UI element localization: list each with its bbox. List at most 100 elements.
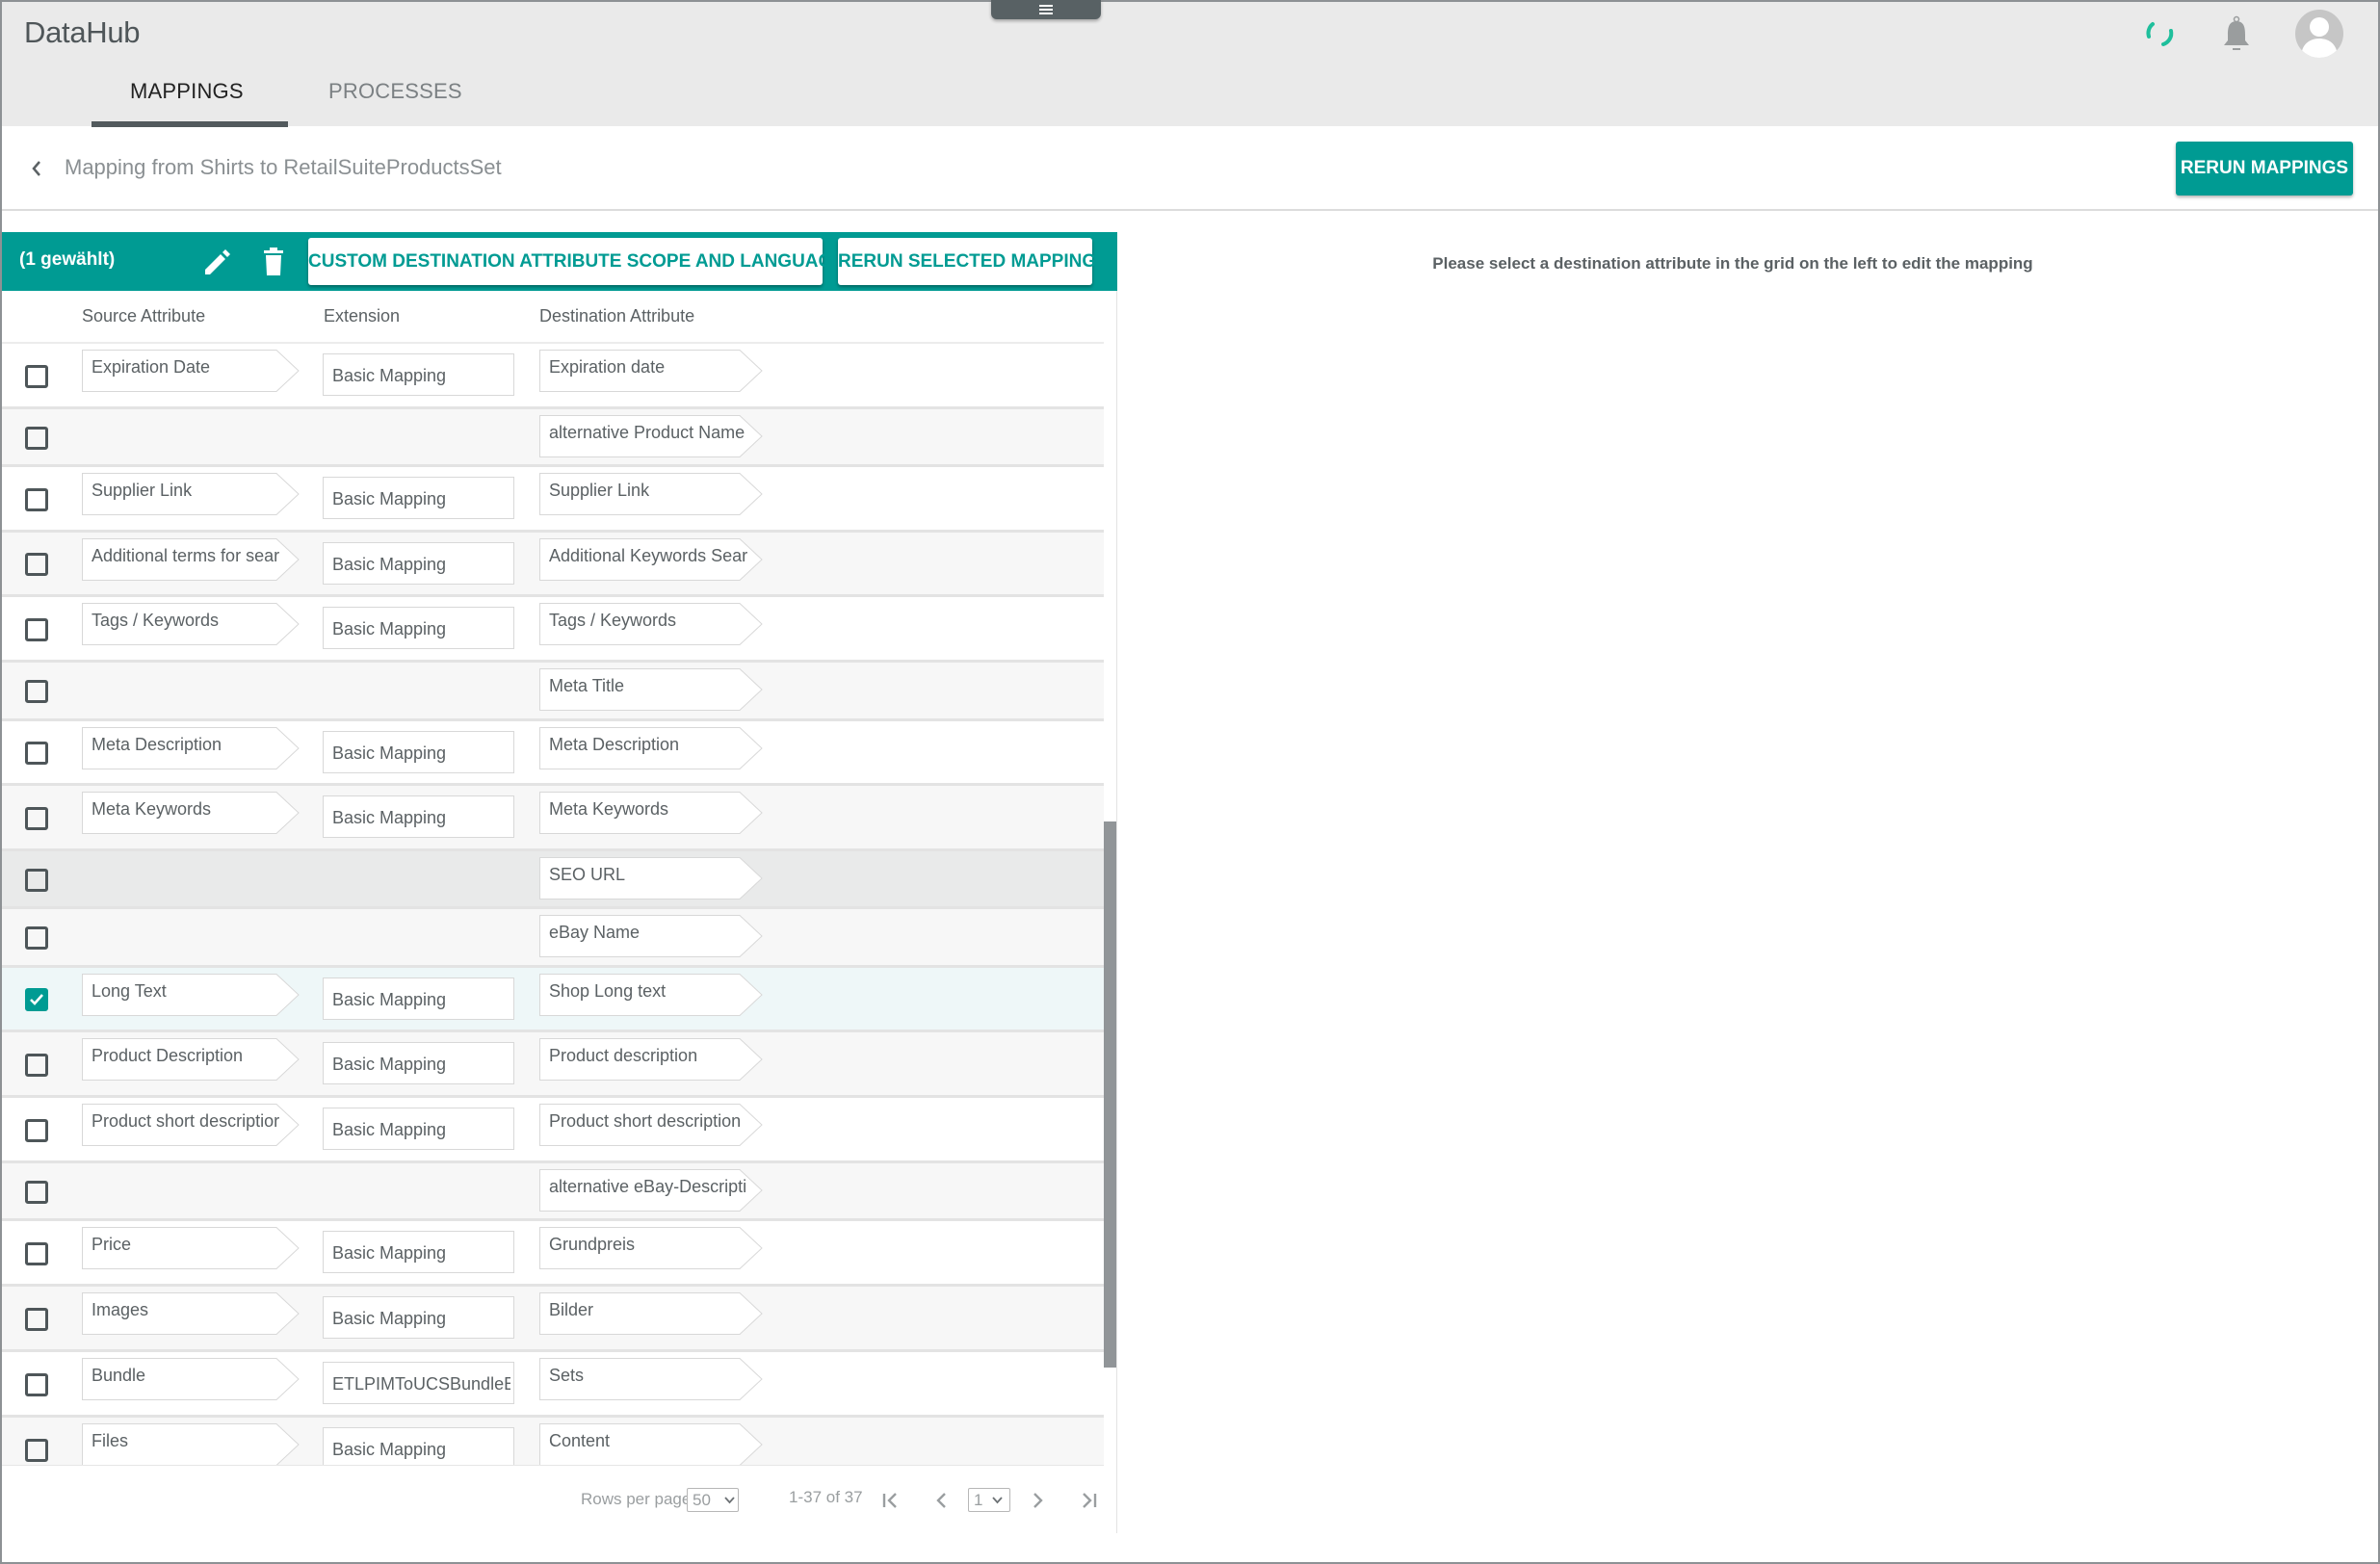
source-attribute-chip[interactable]: Product short descriptior <box>82 1104 300 1146</box>
table-row[interactable]: Images Basic Mapping Bilder <box>2 1287 1104 1352</box>
row-checkbox[interactable] <box>25 1181 48 1204</box>
destination-attribute-chip[interactable]: SEO URL <box>539 857 763 899</box>
table-row[interactable]: alternative Product Name <box>2 409 1104 467</box>
destination-attribute-chip[interactable]: Content <box>539 1423 763 1465</box>
destination-attribute-chip[interactable]: Shop Long text <box>539 974 763 1016</box>
destination-attribute-chip[interactable]: Grundpreis <box>539 1227 763 1269</box>
previous-page-icon[interactable] <box>930 1489 954 1512</box>
column-header-destination[interactable]: Destination Attribute <box>539 306 694 326</box>
row-checkbox[interactable] <box>25 680 48 703</box>
extension-field[interactable]: Basic Mapping <box>323 607 514 649</box>
row-checkbox[interactable] <box>25 742 48 765</box>
row-checkbox[interactable] <box>25 427 48 450</box>
table-row[interactable]: Bundle ETLPIMToUCSBundleE Sets <box>2 1352 1104 1418</box>
menu-handle-button[interactable] <box>991 0 1101 19</box>
column-header-source[interactable]: Source Attribute <box>82 306 205 326</box>
rerun-selected-mapping-button[interactable]: RERUN SELECTED MAPPING <box>838 238 1096 285</box>
source-attribute-chip[interactable]: Tags / Keywords <box>82 603 300 645</box>
destination-attribute-chip[interactable]: Meta Description <box>539 727 763 769</box>
table-row[interactable]: Expiration Date Basic Mapping Expiration d… <box>2 344 1104 409</box>
pencil-icon[interactable] <box>202 248 231 277</box>
row-checkbox[interactable] <box>25 1119 48 1142</box>
rows-per-page-select[interactable]: 50 <box>687 1488 739 1512</box>
source-attribute-chip[interactable]: Meta Keywords <box>82 792 300 834</box>
table-row[interactable]: Meta Description Basic Mapping Meta Descri… <box>2 721 1104 786</box>
extension-field[interactable]: Basic Mapping <box>323 353 514 396</box>
source-attribute-chip[interactable]: Bundle <box>82 1358 300 1400</box>
extension-field[interactable]: ETLPIMToUCSBundleE <box>323 1362 514 1404</box>
row-checkbox[interactable] <box>25 988 48 1011</box>
table-row[interactable]: Long Text Basic Mapping Shop Long text <box>2 968 1104 1032</box>
extension-field[interactable]: Basic Mapping <box>323 731 514 773</box>
table-row[interactable]: Meta Title <box>2 663 1104 721</box>
row-checkbox[interactable] <box>25 365 48 388</box>
row-checkbox[interactable] <box>25 1308 48 1331</box>
destination-attribute-chip[interactable]: Tags / Keywords <box>539 603 763 645</box>
table-row[interactable]: eBay Name <box>2 909 1104 968</box>
destination-attribute-chip[interactable]: Sets <box>539 1358 763 1400</box>
extension-field[interactable]: Basic Mapping <box>323 978 514 1020</box>
tab-processes[interactable]: PROCESSES <box>328 79 462 104</box>
avatar[interactable] <box>2295 10 2343 58</box>
table-row[interactable]: Price Basic Mapping Grundpreis <box>2 1221 1104 1287</box>
destination-attribute-chip[interactable]: Product short description <box>539 1104 763 1146</box>
extension-field[interactable]: Basic Mapping <box>323 1231 514 1273</box>
destination-attribute-chip[interactable]: Meta Keywords <box>539 792 763 834</box>
row-checkbox[interactable] <box>25 1373 48 1396</box>
source-attribute-chip[interactable]: Files <box>82 1423 300 1465</box>
destination-attribute-chip[interactable]: Expiration date <box>539 350 763 392</box>
row-checkbox[interactable] <box>25 926 48 950</box>
table-row[interactable]: Product Description Basic Mapping Product … <box>2 1032 1104 1098</box>
source-attribute-chip[interactable]: Long Text <box>82 974 300 1016</box>
table-row[interactable]: Additional terms for sear Basic Mapping Ad… <box>2 533 1104 597</box>
tab-mappings[interactable]: MAPPINGS <box>130 79 244 104</box>
table-row[interactable]: Supplier Link Basic Mapping Supplier Link <box>2 467 1104 533</box>
destination-attribute-chip[interactable]: Supplier Link <box>539 473 763 515</box>
destination-attribute-chip[interactable]: Additional Keywords Sear <box>539 538 763 581</box>
extension-field[interactable]: Basic Mapping <box>323 1042 514 1084</box>
extension-field[interactable]: Basic Mapping <box>323 477 514 519</box>
extension-field[interactable]: Basic Mapping <box>323 795 514 838</box>
row-checkbox[interactable] <box>25 488 48 511</box>
table-row[interactable]: Product short descriptior Basic Mapping Pr… <box>2 1098 1104 1163</box>
extension-field[interactable]: Basic Mapping <box>323 1108 514 1150</box>
destination-attribute-chip[interactable]: alternative eBay-Descripti <box>539 1169 763 1212</box>
table-row[interactable]: alternative eBay-Descripti <box>2 1163 1104 1221</box>
page-select[interactable]: 1 <box>968 1488 1010 1512</box>
destination-attribute-chip[interactable]: alternative Product Name <box>539 415 763 457</box>
row-checkbox[interactable] <box>25 807 48 830</box>
bell-icon[interactable] <box>2219 15 2254 52</box>
trash-icon[interactable] <box>260 248 287 276</box>
destination-attribute-chip[interactable]: Product description <box>539 1038 763 1081</box>
extension-field[interactable]: Basic Mapping <box>323 542 514 585</box>
extension-field[interactable]: Basic Mapping <box>323 1296 514 1339</box>
next-page-icon[interactable] <box>1026 1489 1049 1512</box>
row-checkbox[interactable] <box>25 553 48 576</box>
row-checkbox[interactable] <box>25 1054 48 1077</box>
column-header-extension[interactable]: Extension <box>324 306 400 326</box>
table-row[interactable]: Meta Keywords Basic Mapping Meta Keywords <box>2 786 1104 851</box>
table-scrollbar[interactable] <box>1104 821 1116 1368</box>
source-attribute-chip[interactable]: Additional terms for sear <box>82 538 300 581</box>
source-attribute-chip[interactable]: Price <box>82 1227 300 1269</box>
source-attribute-chip[interactable]: Images <box>82 1292 300 1335</box>
custom-scope-language-button[interactable]: CUSTOM DESTINATION ATTRIBUTE SCOPE AND L… <box>308 238 845 285</box>
last-page-icon[interactable] <box>1077 1489 1100 1512</box>
first-page-icon[interactable] <box>879 1489 902 1512</box>
row-checkbox[interactable] <box>25 1242 48 1265</box>
source-attribute-chip[interactable]: Expiration Date <box>82 350 300 392</box>
row-checkbox[interactable] <box>25 869 48 892</box>
source-attribute-chip[interactable]: Product Description <box>82 1038 300 1081</box>
table-row[interactable]: Files Basic Mapping Content <box>2 1418 1104 1465</box>
source-attribute-chip[interactable]: Supplier Link <box>82 473 300 515</box>
source-attribute-chip[interactable]: Meta Description <box>82 727 300 769</box>
extension-field[interactable]: Basic Mapping <box>323 1427 514 1465</box>
row-checkbox[interactable] <box>25 618 48 641</box>
table-row[interactable]: SEO URL <box>2 851 1104 909</box>
destination-attribute-chip[interactable]: Bilder <box>539 1292 763 1335</box>
destination-attribute-chip[interactable]: eBay Name <box>539 915 763 957</box>
rerun-mappings-button[interactable]: RERUN MAPPINGS <box>2176 142 2353 196</box>
destination-attribute-chip[interactable]: Meta Title <box>539 668 763 711</box>
table-row[interactable]: Tags / Keywords Basic Mapping Tags / Keywo… <box>2 597 1104 663</box>
row-checkbox[interactable] <box>25 1439 48 1462</box>
